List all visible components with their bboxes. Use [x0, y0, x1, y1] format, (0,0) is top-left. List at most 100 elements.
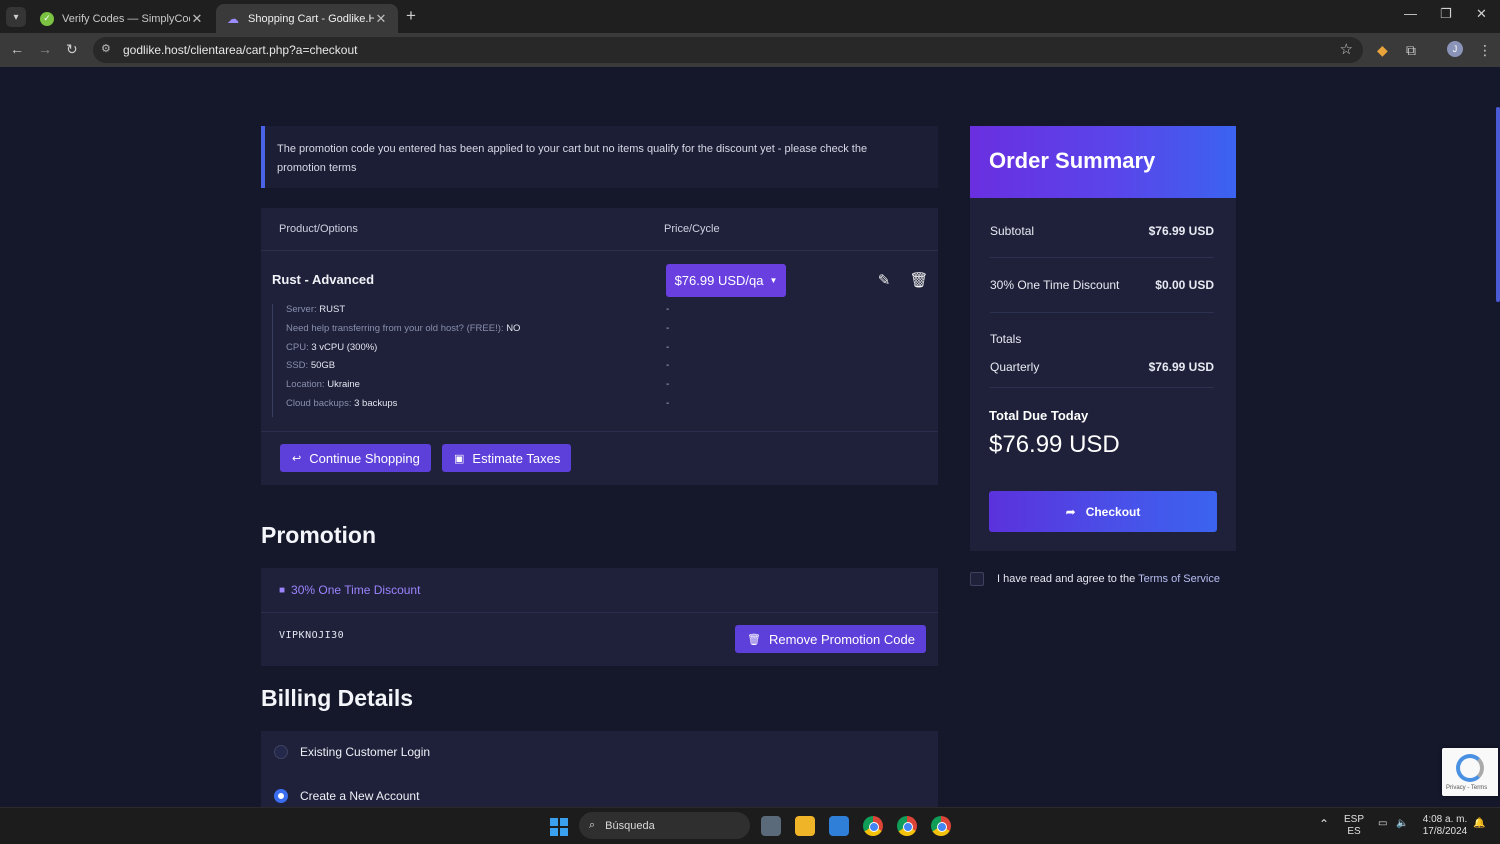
trash-icon: 🗑	[747, 633, 761, 646]
restore-icon[interactable]: ❐	[1440, 6, 1452, 22]
close-tab-icon[interactable]: ✕	[374, 11, 388, 27]
browser-tab-bar: ▾ ✓ Verify Codes — SimplyCodes ✕ ☁ Shopp…	[0, 0, 1500, 33]
minimize-icon[interactable]: —	[1404, 6, 1417, 21]
billing-cycle-dropdown[interactable]: $76.99 USD/qa ▼	[666, 264, 786, 297]
option-price: -	[666, 379, 670, 391]
price-cycle-header: Price/Cycle	[664, 223, 720, 235]
continue-shopping-button[interactable]: ↩ Continue Shopping	[280, 444, 431, 472]
chrome-icon[interactable]	[897, 816, 917, 836]
extension-icon[interactable]: ◆	[1377, 42, 1388, 59]
extensions-puzzle-icon[interactable]: ⧉	[1406, 42, 1416, 59]
divider	[990, 257, 1214, 258]
money-icon: ▣	[454, 452, 465, 465]
profile-avatar[interactable]: J	[1447, 41, 1463, 57]
tab-verify-codes[interactable]: ✓ Verify Codes — SimplyCodes ✕	[30, 4, 214, 33]
terms-checkbox[interactable]	[970, 572, 984, 586]
windows-start-icon[interactable]	[550, 818, 568, 836]
microsoft-store-icon[interactable]	[829, 816, 849, 836]
totals-label: Totals	[990, 332, 1022, 346]
browser-menu-icon[interactable]: ⋮	[1478, 42, 1492, 59]
cart-table-header: Product/Options Price/Cycle	[261, 208, 938, 251]
remove-promotion-button[interactable]: 🗑 Remove Promotion Code	[735, 625, 926, 653]
url-text: godlike.host/clientarea/cart.php?a=check…	[123, 43, 358, 57]
promotion-title: ■ 30% One Time Discount	[279, 583, 421, 597]
new-account-radio[interactable]	[274, 789, 288, 803]
terms-agreement: I have read and agree to the Terms of Se…	[970, 572, 1220, 586]
recaptcha-links[interactable]: Privacy - Terms	[1446, 785, 1487, 791]
option-prices: - - - - - -	[666, 304, 669, 417]
option-price: -	[666, 304, 670, 315]
search-icon: ⌕	[589, 819, 596, 831]
order-summary-title: Order Summary	[989, 148, 1156, 173]
forward-icon[interactable]: →	[38, 41, 52, 57]
delete-trash-icon[interactable]: 🗑	[909, 270, 929, 290]
checkout-button[interactable]: ➦ Checkout	[989, 491, 1217, 532]
chrome-icon[interactable]	[931, 816, 951, 836]
recaptcha-logo-icon	[1456, 754, 1484, 782]
window-close-icon[interactable]: ✕	[1476, 6, 1487, 22]
forward-arrow-icon: ➦	[1065, 504, 1076, 519]
promotion-panel: ■ 30% One Time Discount VIPKNOJI30 🗑 Rem…	[261, 568, 938, 666]
billing-details-heading: Billing Details	[261, 685, 414, 711]
tab-title: Shopping Cart - Godlike.Host	[248, 12, 374, 25]
estimate-taxes-button[interactable]: ▣ Estimate Taxes	[442, 444, 572, 472]
page-content: The promotion code you entered has been …	[0, 67, 1500, 807]
clock[interactable]: 4:08 a. m. 17/8/2024	[1420, 814, 1470, 838]
site-info-icon[interactable]: ⚙	[101, 42, 111, 55]
new-tab-icon[interactable]: +	[406, 6, 416, 26]
promo-warning-alert: The promotion code you entered has been …	[261, 126, 938, 188]
subtotal-row: Subtotal $76.99 USD	[990, 224, 1214, 238]
notifications-icon[interactable]: 🔔	[1473, 818, 1485, 830]
ticket-icon: ■	[279, 584, 286, 596]
order-summary-header: Order Summary	[970, 126, 1236, 198]
tab-shopping-cart[interactable]: ☁ Shopping Cart - Godlike.Host ✕	[216, 4, 398, 33]
tab-search-button[interactable]: ▾	[6, 7, 26, 27]
promotion-code: VIPKNOJI30	[279, 630, 345, 641]
divider	[990, 312, 1214, 313]
page-scrollbar[interactable]	[1496, 107, 1500, 302]
edit-pencil-icon[interactable]: ✎	[874, 270, 894, 290]
bookmark-star-icon[interactable]: ☆	[1340, 40, 1353, 58]
tab-title: Verify Codes — SimplyCodes	[62, 12, 190, 25]
godlike-favicon-icon: ☁	[227, 11, 239, 26]
product-options-list: Server: RUST Need help transferring from…	[272, 304, 652, 417]
option-row: Location: Ukraine	[286, 379, 360, 391]
task-view-icon[interactable]	[761, 816, 781, 836]
volume-icon[interactable]: 🔈	[1396, 818, 1408, 830]
back-icon[interactable]: ←	[10, 41, 24, 57]
product-name: Rust - Advanced	[272, 272, 375, 287]
option-row: Server: RUST	[286, 304, 346, 315]
cart-table: Product/Options Price/Cycle Rust - Advan…	[261, 208, 938, 485]
close-tab-icon[interactable]: ✕	[190, 11, 204, 27]
network-icon[interactable]: ▭	[1378, 818, 1387, 830]
file-explorer-icon[interactable]	[795, 816, 815, 836]
option-row: CPU: 3 vCPU (300%)	[286, 341, 378, 353]
promotion-heading: Promotion	[261, 522, 376, 548]
terms-of-service-link[interactable]: Terms of Service	[1138, 573, 1220, 585]
taskbar-search[interactable]: ⌕ Búsqueda	[579, 812, 750, 839]
option-price: -	[666, 341, 670, 353]
divider	[990, 387, 1214, 388]
caret-down-icon: ▼	[769, 276, 778, 285]
language-indicator[interactable]: ESP ES	[1344, 814, 1364, 838]
price-cycle-value: $76.99 USD/qa	[674, 273, 764, 288]
browser-toolbar: ← → ↻ ⚙ godlike.host/clientarea/cart.php…	[0, 33, 1500, 67]
product-options-header: Product/Options	[279, 223, 358, 235]
chrome-icon[interactable]	[863, 816, 883, 836]
total-due-label: Total Due Today	[989, 408, 1089, 423]
divider	[261, 612, 938, 613]
recaptcha-badge[interactable]: Privacy - Terms	[1442, 748, 1498, 796]
option-row: Cloud backups: 3 backups	[286, 397, 398, 409]
new-account-option[interactable]: Create a New Account	[274, 789, 419, 803]
total-due-amount: $76.99 USD	[989, 431, 1120, 458]
order-summary-panel: Order Summary Subtotal $76.99 USD 30% On…	[970, 126, 1236, 551]
reload-icon[interactable]: ↻	[66, 41, 78, 58]
terms-text: I have read and agree to the	[997, 573, 1136, 585]
address-bar[interactable]: ⚙ godlike.host/clientarea/cart.php?a=che…	[93, 37, 1363, 63]
option-price: -	[666, 397, 670, 409]
tray-overflow-icon[interactable]: ⌃	[1319, 818, 1329, 830]
existing-customer-radio[interactable]	[274, 745, 288, 759]
billing-options-panel: Existing Customer Login Create a New Acc…	[261, 731, 938, 807]
existing-customer-option[interactable]: Existing Customer Login	[274, 745, 430, 759]
option-price: -	[666, 322, 670, 334]
